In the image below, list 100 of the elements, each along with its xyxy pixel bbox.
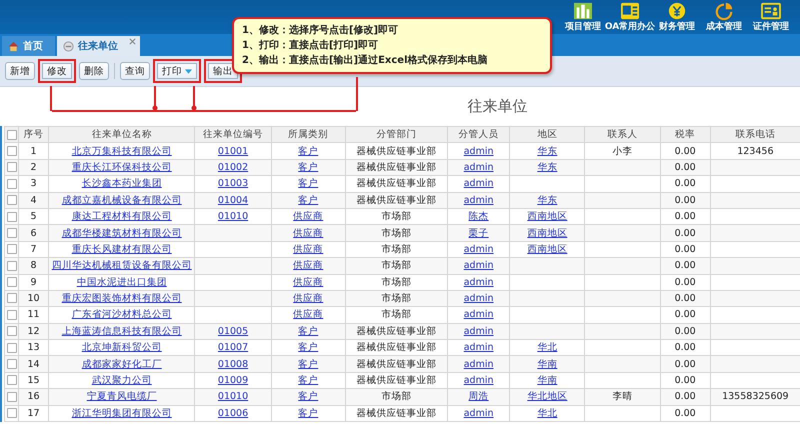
tax-rate-cell: 0.00 bbox=[674, 408, 696, 419]
toolbar-button[interactable]: 查询 bbox=[120, 62, 150, 80]
category-link[interactable]: 客户 bbox=[298, 326, 318, 337]
row-checkbox[interactable] bbox=[6, 228, 17, 238]
row-number: 7 bbox=[30, 244, 37, 255]
category-link[interactable]: 客户 bbox=[298, 375, 318, 386]
department-cell: 市场部 bbox=[381, 260, 412, 272]
tax-rate-cell: 0.00 bbox=[674, 342, 696, 354]
toolbar-button[interactable]: 删除 bbox=[79, 62, 109, 80]
row-checkbox[interactable] bbox=[6, 326, 17, 336]
category-link[interactable]: 客户 bbox=[298, 391, 318, 402]
nav-item[interactable]: 财务管理 bbox=[654, 0, 700, 34]
circle-icon bbox=[63, 40, 74, 52]
tax-rate-cell: 0.00 bbox=[674, 391, 696, 402]
tax-rate-cell: 0.00 bbox=[674, 260, 696, 272]
row-checkbox[interactable] bbox=[6, 146, 17, 156]
category-link[interactable]: 客户 bbox=[298, 194, 318, 206]
column-header: 联系电话 bbox=[710, 126, 800, 143]
tax-rate-cell: 0.00 bbox=[674, 309, 696, 320]
select-all-checkbox[interactable] bbox=[6, 130, 17, 140]
department-cell: 市场部 bbox=[381, 309, 412, 320]
tax-rate-cell: 0.00 bbox=[674, 162, 696, 173]
tax-rate-cell: 0.00 bbox=[674, 326, 696, 337]
row-checkbox[interactable] bbox=[6, 260, 17, 271]
region-link[interactable]: 华南 bbox=[537, 375, 558, 386]
row-checkbox[interactable] bbox=[6, 212, 17, 222]
row-number: 14 bbox=[28, 358, 40, 370]
category-link[interactable]: 客户 bbox=[298, 358, 318, 370]
region-link[interactable]: 华东 bbox=[537, 146, 558, 157]
row-number: 11 bbox=[28, 309, 40, 320]
category-link[interactable]: 客户 bbox=[298, 178, 318, 190]
row-checkbox[interactable] bbox=[6, 342, 17, 353]
row-checkbox[interactable] bbox=[6, 375, 17, 386]
row-number: 9 bbox=[30, 276, 37, 288]
tax-rate-cell: 0.00 bbox=[674, 146, 696, 157]
row-checkbox[interactable] bbox=[6, 408, 17, 418]
callout-line: 2、输出：直接点击[输出]通过Excel格式保存到本电脑 bbox=[242, 53, 489, 68]
close-icon[interactable] bbox=[129, 38, 136, 45]
row-checkbox[interactable] bbox=[6, 310, 17, 320]
row-number: 5 bbox=[30, 211, 37, 222]
nav-item[interactable]: 项目管理 bbox=[560, 0, 606, 34]
department-cell: 器械供应链事业部 bbox=[356, 342, 436, 354]
tax-rate-cell: 0.00 bbox=[674, 211, 696, 222]
category-link[interactable]: 客户 bbox=[298, 146, 318, 157]
building-icon bbox=[573, 2, 593, 20]
region-link[interactable]: 华南 bbox=[537, 358, 558, 370]
nav-item[interactable]: 成本管理 bbox=[701, 0, 747, 34]
department-cell: 器械供应链事业部 bbox=[356, 162, 436, 173]
region-link[interactable]: 华东 bbox=[537, 162, 558, 173]
category-link[interactable]: 客户 bbox=[298, 162, 318, 173]
department-cell: 市场部 bbox=[381, 293, 412, 304]
department-cell: 器械供应链事业部 bbox=[356, 194, 436, 206]
caret-icon bbox=[185, 68, 192, 74]
department-cell: 器械供应链事业部 bbox=[356, 408, 436, 419]
contact-cell: 李晴 bbox=[612, 391, 632, 402]
nav-item[interactable]: 证件管理 bbox=[748, 0, 794, 34]
row-checkbox[interactable] bbox=[6, 162, 17, 172]
row-checkbox[interactable] bbox=[6, 359, 17, 370]
column-header: 地区 bbox=[510, 126, 585, 143]
department-cell: 市场部 bbox=[381, 211, 412, 222]
row-checkbox[interactable] bbox=[6, 178, 17, 189]
column-header: 税率 bbox=[660, 126, 710, 143]
region-link[interactable]: 华东 bbox=[537, 194, 558, 206]
tax-rate-cell: 0.00 bbox=[674, 293, 696, 304]
toolbar-button[interactable]: 打印 bbox=[153, 59, 201, 83]
category-link[interactable]: 客户 bbox=[298, 408, 318, 419]
callout-line: 1、打印：直接点击[打印]即可 bbox=[242, 38, 380, 53]
row-checkbox[interactable] bbox=[6, 293, 17, 304]
department-cell: 器械供应链事业部 bbox=[356, 375, 436, 386]
row-checkbox[interactable] bbox=[6, 392, 17, 402]
column-header: 分管部门 bbox=[345, 126, 448, 143]
toolbar-button[interactable]: 新增 bbox=[5, 62, 35, 80]
id-card-icon bbox=[761, 2, 781, 20]
column-header: 分管人员 bbox=[448, 126, 510, 143]
column-header: 所属类别 bbox=[271, 126, 346, 143]
coin-icon bbox=[667, 2, 687, 20]
row-number: 4 bbox=[30, 194, 37, 206]
row-checkbox[interactable] bbox=[6, 195, 17, 206]
row-number: 13 bbox=[28, 342, 40, 354]
nav-label: 成本管理 bbox=[706, 20, 742, 33]
tax-rate-cell: 0.00 bbox=[674, 244, 696, 255]
region-link[interactable]: 华北 bbox=[537, 408, 558, 419]
region-link[interactable]: 华北 bbox=[537, 342, 558, 354]
toolbar-button[interactable]: 修改 bbox=[38, 59, 76, 83]
department-cell: 市场部 bbox=[381, 276, 412, 288]
tax-rate-cell: 0.00 bbox=[674, 358, 696, 370]
nav-label: 财务管理 bbox=[659, 20, 695, 33]
department-cell: 市场部 bbox=[381, 244, 412, 255]
nav-item[interactable]: OA常用办公 bbox=[607, 0, 653, 34]
row-checkbox[interactable] bbox=[6, 277, 17, 288]
row-number: 17 bbox=[28, 408, 40, 419]
row-checkbox[interactable] bbox=[6, 244, 17, 254]
column-header: 联系人 bbox=[584, 126, 660, 143]
tab[interactable]: 往来单位 bbox=[57, 36, 140, 56]
phone-cell: 123456 bbox=[737, 146, 774, 157]
row-number: 15 bbox=[28, 375, 40, 386]
row-number: 12 bbox=[28, 326, 40, 337]
category-link[interactable]: 客户 bbox=[298, 342, 318, 354]
department-cell: 器械供应链事业部 bbox=[356, 178, 436, 190]
nav-label: OA常用办公 bbox=[604, 20, 656, 33]
